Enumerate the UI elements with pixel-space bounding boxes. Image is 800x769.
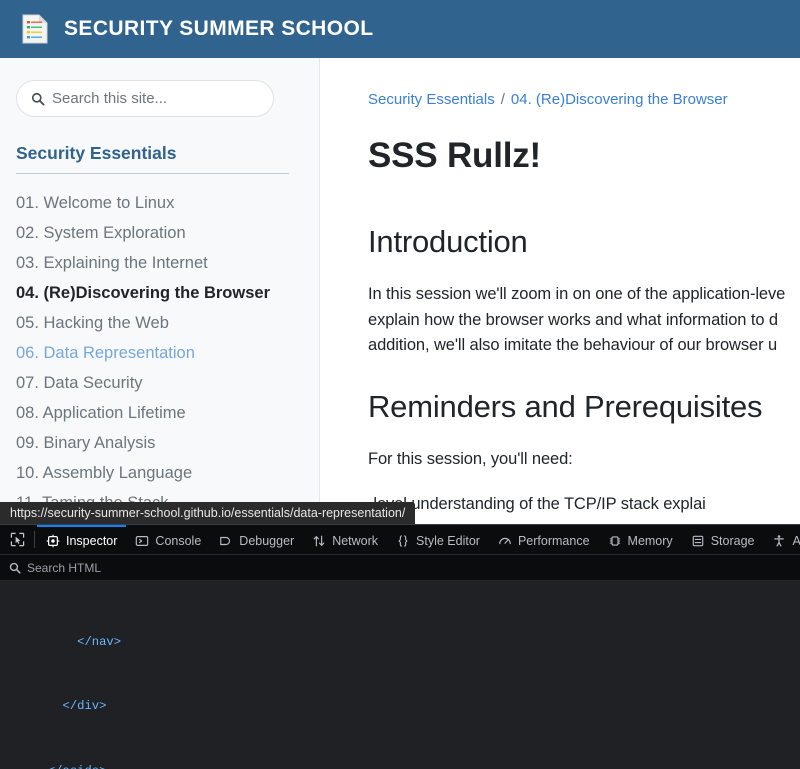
- tab-style-editor-label: Style Editor: [416, 534, 480, 548]
- section-paragraph-reminders: For this session, you'll need:: [368, 447, 800, 473]
- style-editor-icon: [396, 534, 410, 548]
- sidebar-nav-list: 01. Welcome to Linux 02. System Explorat…: [16, 188, 299, 518]
- tab-console-label: Console: [155, 534, 201, 548]
- breadcrumb-separator: /: [501, 91, 505, 108]
- search-input[interactable]: [52, 90, 259, 107]
- site-title[interactable]: SECURITY SUMMER SCHOOL: [64, 17, 373, 41]
- tab-accessibility[interactable]: Acc: [763, 525, 800, 554]
- tab-debugger-label: Debugger: [239, 534, 294, 548]
- section-list-item-reminders: -level understanding of the TCP/IP stack…: [368, 492, 800, 518]
- markup-close-tag: </aside>: [48, 764, 107, 769]
- inspector-icon: [46, 534, 60, 548]
- tab-accessibility-label: Acc: [792, 534, 800, 548]
- page-title: SSS Rullz!: [368, 136, 800, 176]
- sidebar-item-03[interactable]: 03. Explaining the Internet: [16, 248, 299, 278]
- sidebar-item-08[interactable]: 08. Application Lifetime: [16, 398, 299, 428]
- sidebar-item-01[interactable]: 01. Welcome to Linux: [16, 188, 299, 218]
- markup-line[interactable]: </aside>: [0, 763, 800, 769]
- tab-inspector[interactable]: Inspector: [37, 525, 126, 554]
- site-search-box[interactable]: [16, 80, 274, 117]
- toolbar-divider: [34, 531, 35, 548]
- tab-storage-label: Storage: [711, 534, 755, 548]
- sidebar-item-02[interactable]: 02. System Exploration: [16, 218, 299, 248]
- breadcrumb-current[interactable]: 04. (Re)Discovering the Browser: [511, 91, 728, 108]
- sidebar-item-04[interactable]: 04. (Re)Discovering the Browser: [16, 278, 299, 308]
- markup-close-tag: </div>: [63, 699, 107, 713]
- tab-storage[interactable]: Storage: [682, 525, 764, 554]
- html-search-input[interactable]: [27, 561, 327, 575]
- tab-style-editor[interactable]: Style Editor: [387, 525, 489, 554]
- tab-performance-label: Performance: [518, 534, 590, 548]
- debugger-icon: [219, 534, 233, 548]
- site-navbar: SECURITY SUMMER SCHOOL: [0, 0, 800, 58]
- console-icon: [135, 534, 149, 548]
- accessibility-icon: [772, 534, 786, 548]
- tab-console[interactable]: Console: [126, 525, 210, 554]
- markup-close-tag: </nav>: [77, 635, 121, 649]
- tab-memory-label: Memory: [628, 534, 673, 548]
- sidebar-item-10[interactable]: 10. Assembly Language: [16, 458, 299, 488]
- breadcrumb-root[interactable]: Security Essentials: [368, 91, 495, 108]
- tab-inspector-label: Inspector: [66, 534, 117, 548]
- sidebar-item-09[interactable]: 09. Binary Analysis: [16, 428, 299, 458]
- tab-debugger[interactable]: Debugger: [210, 525, 303, 554]
- network-icon: [312, 534, 326, 548]
- sidebar-item-05[interactable]: 05. Hacking the Web: [16, 308, 299, 338]
- document-list-icon[interactable]: [22, 14, 48, 44]
- markup-line[interactable]: </div>: [0, 698, 800, 714]
- section-heading-introduction: Introduction: [368, 224, 800, 260]
- section-paragraph-introduction: In this session we'll zoom in on one of …: [368, 282, 800, 359]
- element-picker-icon[interactable]: [0, 525, 34, 554]
- browser-page: SECURITY SUMMER SCHOOL Security Essentia…: [0, 0, 800, 524]
- devtools-panel: Inspector Console Debugger: [0, 524, 800, 769]
- tab-network-label: Network: [332, 534, 378, 548]
- storage-icon: [691, 534, 705, 548]
- devtools-search-bar[interactable]: [0, 555, 800, 581]
- devtools-toolbar: Inspector Console Debugger: [0, 525, 800, 555]
- search-icon: [31, 92, 45, 106]
- section-heading-reminders: Reminders and Prerequisites: [368, 389, 800, 425]
- markup-tree[interactable]: </nav> </div> </aside> <aside class="d-n…: [0, 581, 800, 769]
- memory-icon: [608, 534, 622, 548]
- performance-icon: [498, 534, 512, 548]
- sidebar-item-07[interactable]: 07. Data Security: [16, 368, 299, 398]
- tab-network[interactable]: Network: [303, 525, 387, 554]
- page-body: Security Essentials 01. Welcome to Linux…: [0, 58, 800, 524]
- sidebar-item-06[interactable]: 06. Data Representation: [16, 338, 299, 368]
- breadcrumb: Security Essentials / 04. (Re)Discovering …: [368, 91, 800, 108]
- search-icon: [9, 562, 21, 574]
- main-content: Security Essentials / 04. (Re)Discovering …: [320, 58, 800, 524]
- sidebar-heading[interactable]: Security Essentials: [16, 143, 289, 174]
- status-bar-url: https://security-summer-school.github.io…: [0, 502, 415, 524]
- tab-memory[interactable]: Memory: [599, 525, 682, 554]
- tab-performance[interactable]: Performance: [489, 525, 599, 554]
- markup-line[interactable]: </nav>: [0, 634, 800, 650]
- sidebar: Security Essentials 01. Welcome to Linux…: [0, 58, 320, 524]
